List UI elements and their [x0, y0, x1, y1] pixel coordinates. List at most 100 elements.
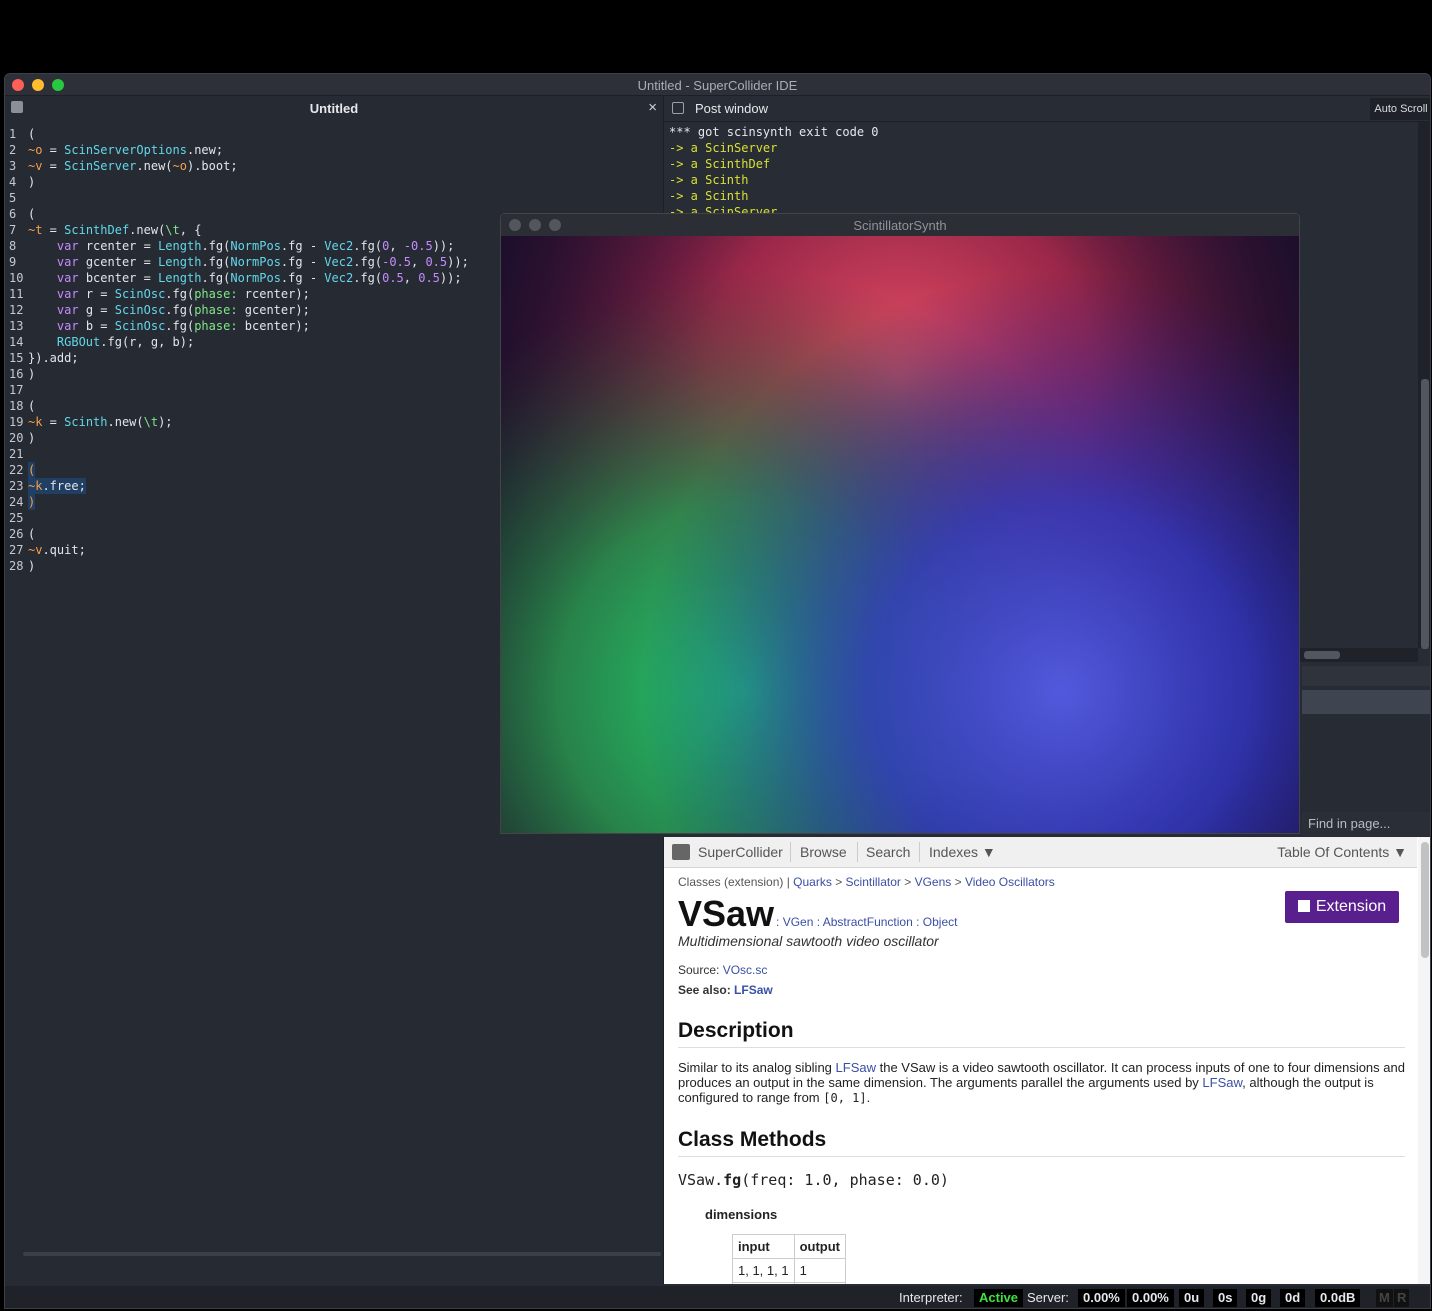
line-content: ) [28, 174, 35, 190]
breadcrumb-scintillator[interactable]: Scintillator [846, 875, 901, 889]
code-token: RGBOut [56, 335, 101, 349]
code-token: .fg( [165, 303, 195, 317]
description-text: Similar to its analog sibling LFSaw the … [678, 1060, 1405, 1106]
line-number: 2 [9, 143, 17, 157]
breadcrumb-prefix: Classes (extension) | [678, 875, 794, 889]
help-home-link[interactable]: SuperCollider [698, 844, 783, 860]
nav-divider [857, 842, 858, 862]
dimensions-table: input output 1, 1, 1, 11 [732, 1234, 847, 1284]
line-number: 27 [9, 543, 24, 557]
table-of-contents-menu[interactable]: Table Of Contents ▼ [1277, 844, 1407, 860]
nav-divider [790, 842, 791, 862]
code-token: .fg( [353, 239, 383, 253]
code-token: .new; [186, 143, 224, 157]
table-cell [732, 1282, 795, 1284]
code-token: .fg - [280, 239, 325, 253]
post-vertical-thumb[interactable] [1421, 379, 1429, 649]
line-content: ) [28, 430, 35, 446]
code-line[interactable]: 5 [5, 190, 663, 206]
code-token: b = [78, 319, 115, 333]
post-line: -> a ScinServer [669, 141, 778, 155]
help-vertical-scrollbar[interactable] [1418, 837, 1430, 1284]
scintillator-titlebar[interactable]: ScintillatorSynth [501, 214, 1299, 236]
line-number: 23 [9, 479, 24, 493]
code-token: \t [143, 415, 159, 429]
synthdef-count[interactable]: 0d [1280, 1289, 1306, 1307]
find-bar: Find in page... [1302, 812, 1430, 836]
line-number: 18 [9, 399, 24, 413]
avg-cpu[interactable]: 0.00% [1078, 1289, 1125, 1307]
scintillator-render-canvas [501, 236, 1299, 833]
line-content: ~k.free; [28, 478, 86, 494]
close-tab-icon[interactable]: × [648, 99, 657, 116]
code-token: .fg - [280, 255, 325, 269]
code-token: phase: [194, 319, 238, 333]
breadcrumb-vgens[interactable]: VGens [915, 875, 952, 889]
extension-badge[interactable]: Extension [1285, 891, 1399, 923]
code-token: r = [78, 287, 115, 301]
help-indexes-menu[interactable]: Indexes ▼ [929, 844, 996, 860]
line-content: ~t = ScinthDef.new(\t, { [28, 222, 201, 238]
record-button[interactable]: R [1394, 1289, 1410, 1307]
volume-level[interactable]: 0.0dB [1315, 1289, 1361, 1307]
auto-scroll-button[interactable]: Auto Scroll [1370, 98, 1430, 120]
group-count[interactable]: 0g [1246, 1289, 1272, 1307]
code-line[interactable]: 2 ~o = ScinServerOptions.new; [5, 142, 663, 158]
code-token: }).add; [28, 351, 79, 365]
code-line[interactable]: 1( [5, 126, 663, 142]
editor-tab[interactable]: Untitled × [5, 96, 663, 122]
docklet-highlight [1302, 690, 1430, 714]
code-token: Length [158, 255, 202, 269]
table-header: input [732, 1234, 795, 1259]
post-vertical-scrollbar[interactable] [1418, 122, 1430, 649]
line-content: var g = ScinOsc.fg(phase: gcenter); [28, 302, 310, 318]
line-number: 12 [9, 303, 24, 317]
window-titlebar[interactable]: Untitled - SuperCollider IDE [5, 74, 1430, 96]
line-content: ( [28, 462, 36, 478]
code-token: ( [28, 207, 36, 221]
line-number: 20 [9, 431, 24, 445]
breadcrumb-separator: > [831, 875, 846, 889]
line-number: 8 [9, 239, 17, 253]
line-content: var gcenter = Length.fg(NormPos.fg - Vec… [28, 254, 469, 270]
code-token: var [56, 319, 79, 333]
lfsaw-link[interactable]: LFSaw [1202, 1075, 1242, 1090]
scintillator-window[interactable]: ScintillatorSynth [500, 213, 1300, 834]
help-search-link[interactable]: Search [866, 844, 910, 860]
breadcrumb-separator: > [951, 875, 965, 889]
code-token: gcenter); [237, 303, 310, 317]
interpreter-status[interactable]: Active [974, 1289, 1024, 1307]
code-token: ScinServerOptions [64, 143, 187, 157]
code-token: Vec2 [324, 239, 354, 253]
peak-cpu[interactable]: 0.00% [1127, 1289, 1174, 1307]
editor-horizontal-scrollbar[interactable] [23, 1252, 661, 1256]
status-bar: Interpreter: Active Server: 0.00% 0.00% … [5, 1286, 1430, 1308]
code-token: )); [447, 255, 469, 269]
ugen-count[interactable]: 0u [1179, 1289, 1205, 1307]
help-browse-link[interactable]: Browse [800, 844, 847, 860]
source-link[interactable]: VOsc.sc [723, 963, 768, 977]
post-window-icon[interactable] [672, 102, 684, 114]
post-line: -> a Scinth [669, 173, 749, 187]
method-args: (freq: 1.0, phase: 0.0) [741, 1171, 949, 1189]
find-in-page-input[interactable]: Find in page... [1308, 815, 1426, 833]
breadcrumb-quarks[interactable]: Quarks [793, 875, 832, 889]
nav-divider [919, 842, 920, 862]
code-line[interactable]: 4) [5, 174, 663, 190]
post-window-output: *** got scinsynth exit code 0 -> a ScinSe… [669, 124, 879, 220]
help-vertical-thumb[interactable] [1421, 842, 1429, 958]
synth-count[interactable]: 0s [1213, 1289, 1238, 1307]
code-line[interactable]: 3 ~v = ScinServer.new(~o).boot; [5, 158, 663, 174]
line-number: 25 [9, 511, 24, 525]
code-token: bcenter); [237, 319, 310, 333]
breadcrumb-video-oscillators[interactable]: Video Oscillators [965, 875, 1055, 889]
mute-button[interactable]: M [1376, 1289, 1393, 1307]
line-number: 16 [9, 367, 24, 381]
see-also-lfsaw-link[interactable]: LFSaw [734, 983, 773, 997]
post-line: *** got scinsynth exit code 0 [669, 125, 879, 139]
lfsaw-link[interactable]: LFSaw [836, 1060, 876, 1075]
post-horizontal-thumb[interactable] [1304, 651, 1340, 659]
class-inheritance[interactable]: : VGen : AbstractFunction : Object [776, 915, 957, 929]
